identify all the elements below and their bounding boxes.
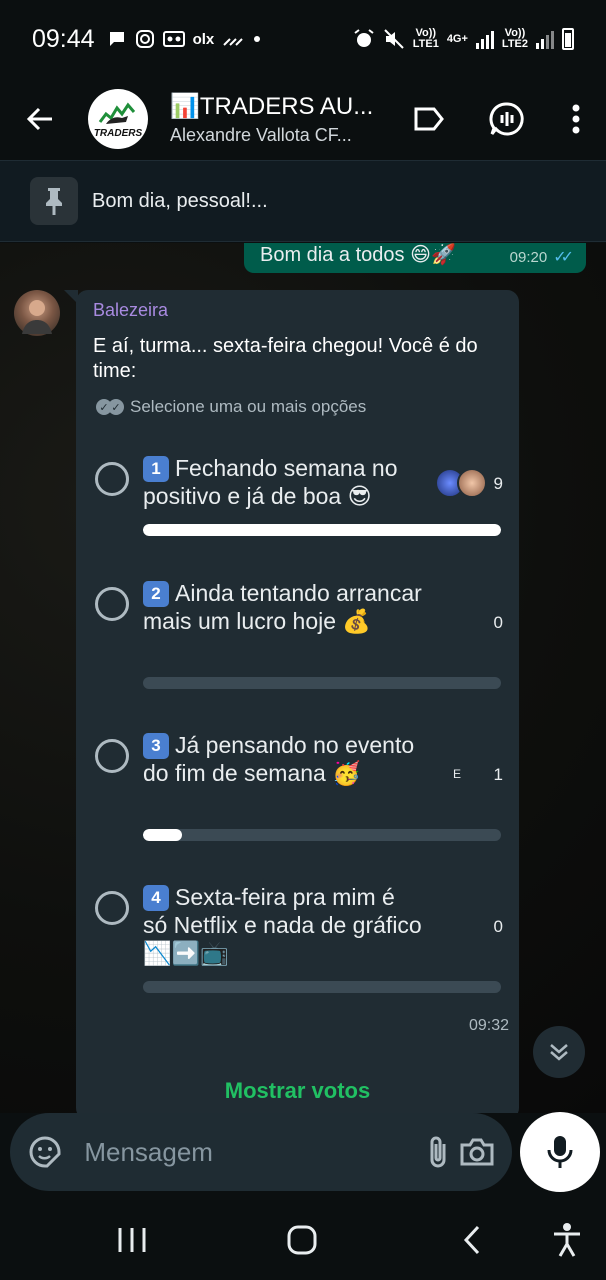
chat-messages-area[interactable]: Bom dia a todos 😄🚀 09:20 ✓✓ Balezeira E … (0, 243, 606, 1113)
message-input[interactable] (84, 1136, 420, 1168)
home-button[interactable] (277, 1218, 327, 1262)
poll-option-1[interactable]: 1 Fechando semana no positivo e já de boa… (95, 454, 505, 544)
pin-icon-box (30, 177, 78, 225)
chat-subtitle: Alexandre Vallota CF... (170, 125, 352, 145)
poll-option-radio[interactable] (95, 891, 129, 925)
battery-icon (562, 28, 574, 50)
group-avatar[interactable]: TRADERS (88, 89, 148, 149)
poll-voter-avatars (435, 468, 487, 498)
poll-message: Balezeira E aí, turma... sexta-feira che… (64, 290, 519, 1113)
scroll-to-bottom-button[interactable] (533, 1026, 585, 1078)
recents-button[interactable] (107, 1218, 157, 1262)
olx-icon: olx (192, 30, 215, 48)
nav-back-button[interactable] (447, 1218, 497, 1262)
poll-option-label: 1 Fechando semana no positivo e já de boa… (143, 455, 398, 509)
dot-icon (254, 36, 261, 42)
poll-option-label: 2 Ainda tentando arrancar mais um lucro h… (143, 580, 422, 634)
poll-option-radio[interactable] (95, 462, 129, 496)
group-avatar-label: TRADERS (93, 127, 143, 139)
camera-button[interactable] (458, 1125, 496, 1179)
voter-avatar (457, 468, 487, 498)
home-icon (287, 1225, 317, 1255)
status-bar: 09:44 olx Vo)) LTE1 4G+ Vo)) LTE2 (0, 0, 606, 78)
voice-record-button[interactable] (520, 1112, 600, 1192)
sender-avatar[interactable] (14, 290, 60, 336)
voice-chat-button[interactable] (468, 78, 546, 160)
poll-option-label: 3 Já pensando no evento do fim de semana … (143, 732, 415, 786)
status-right: Vo)) LTE1 4G+ Vo)) LTE2 (353, 28, 574, 50)
back-button[interactable] (0, 78, 80, 160)
double-chevron-down-icon (550, 1044, 568, 1061)
arrow-left-icon (26, 107, 52, 131)
message-composer (10, 1113, 512, 1191)
sim1-label: Vo)) LTE1 (412, 27, 439, 50)
label-button[interactable] (390, 78, 468, 160)
poll-option-progress-fill (143, 829, 183, 841)
signal-scratch-icon (223, 38, 243, 46)
poll-option-progress (143, 829, 501, 841)
label-tag-icon (414, 107, 444, 131)
poll-option-vote-count: 9 (493, 474, 503, 493)
microphone-icon (547, 1136, 573, 1168)
poll-option-progress (143, 981, 501, 993)
accessibility-button[interactable] (542, 1218, 592, 1262)
sticker-icon (29, 1136, 61, 1168)
recents-icon (118, 1228, 146, 1252)
poll-option-vote-count: 0 (493, 917, 503, 936)
signal-bars-2-icon (536, 29, 554, 49)
voicemail-icon (162, 31, 185, 47)
poll-message-time: 09:32 (468, 1017, 509, 1034)
chat-title: 📊TRADERS AU... (170, 93, 374, 120)
poll-option-radio[interactable] (95, 739, 129, 773)
chevron-left-icon (463, 1225, 480, 1255)
poll-option-3[interactable]: 3 Já pensando no evento do fim de semana … (95, 731, 505, 851)
poll-sender-name[interactable]: Balezeira (93, 300, 168, 321)
status-time: 09:44 (32, 24, 95, 53)
pin-icon (46, 188, 62, 215)
outgoing-message[interactable]: Bom dia a todos 😄🚀 09:20 ✓✓ (244, 243, 586, 273)
poll-option-progress (143, 524, 501, 536)
poll-option-2[interactable]: 2 Ainda tentando arrancar mais um lucro h… (95, 579, 505, 699)
network-type: 4G+ (446, 32, 468, 45)
signal-bars-1-icon (475, 29, 494, 49)
system-nav-bar (0, 1200, 606, 1280)
accessibility-icon (554, 1223, 580, 1257)
chat-header: TRADERS 📊TRADERS AU... Alexandre Vallota… (0, 78, 606, 160)
poll-question: E aí, turma... sexta-feira chegou! Você … (93, 335, 478, 382)
poll-option-label: 4 Sexta-feira pra mim é só Netflix e nada… (143, 884, 422, 966)
alarm-icon (354, 29, 374, 47)
read-receipt-icon: ✓✓ (553, 249, 574, 266)
double-check-circle-icon: ✓ ✓ (96, 399, 124, 415)
outgoing-message-time: 09:20 (509, 248, 548, 266)
camera-icon (460, 1138, 494, 1166)
poll-multi-select-hint: ✓ ✓ Selecione uma ou mais opções (96, 397, 366, 417)
outgoing-message-text: Bom dia a todos 😄🚀 (260, 244, 456, 266)
poll-option-progress-fill (143, 524, 501, 536)
sticker-button[interactable] (26, 1125, 64, 1179)
pinned-message-text: Bom dia, pessoal!... (92, 189, 268, 212)
chat-bubble-icon (109, 32, 124, 46)
poll-voter-initial: E (452, 767, 461, 781)
poll-option-vote-count: 0 (493, 613, 503, 632)
poll-option-progress (143, 677, 501, 689)
more-options-button[interactable] (546, 78, 606, 160)
poll-option-radio[interactable] (95, 587, 129, 621)
poll-option-4[interactable]: 4 Sexta-feira pra mim é só Netflix e nada… (95, 883, 505, 1003)
notification-icons: olx (107, 29, 263, 49)
sim2-label: Vo)) LTE2 (501, 27, 528, 50)
poll-option-vote-count: 1 (493, 765, 503, 784)
attach-button[interactable] (419, 1125, 457, 1179)
paperclip-icon (430, 1136, 446, 1168)
more-vert-icon (572, 104, 580, 134)
pinned-message-bar[interactable]: Bom dia, pessoal!... (0, 160, 606, 242)
instagram-icon (135, 30, 154, 48)
mute-icon (384, 29, 404, 49)
show-votes-button[interactable]: Mostrar votos (76, 1078, 519, 1104)
bull-logo-icon (98, 102, 136, 124)
voice-chat-icon (489, 102, 524, 136)
chat-title-block[interactable]: 📊TRADERS AU... Alexandre Vallota CF... (170, 92, 385, 146)
person-photo-icon (22, 300, 52, 334)
